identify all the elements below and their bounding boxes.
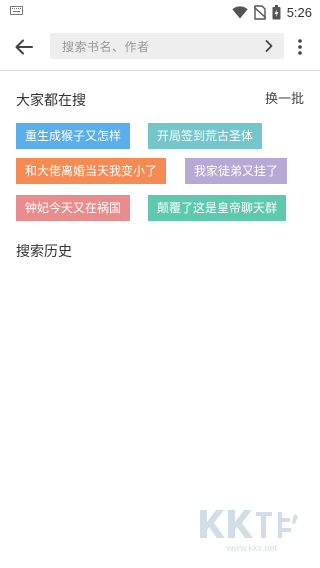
status-bar: 5:26 <box>0 0 320 24</box>
hot-search-tag[interactable]: 重生成猴子又怎样 <box>16 123 131 149</box>
status-icons: 5:26 <box>231 4 312 20</box>
more-menu-button[interactable] <box>290 37 310 57</box>
hot-search-tag[interactable]: 我家徒弟又挂了 <box>185 158 288 184</box>
watermark-url: www.kkx.net <box>226 543 278 553</box>
arrow-left-icon <box>15 39 33 55</box>
search-placeholder: 搜索书名、作者 <box>62 40 150 54</box>
back-button[interactable] <box>12 35 36 59</box>
battery-icon <box>272 4 281 19</box>
hot-search-title: 大家都在搜 <box>16 93 86 109</box>
search-input[interactable]: 搜索书名、作者 <box>50 33 284 59</box>
refresh-button[interactable]: 换一批 <box>265 88 304 107</box>
kkx-watermark-logo: www.kkx.net <box>200 510 298 553</box>
search-history-title: 搜索历史 <box>16 244 72 260</box>
no-sim-icon <box>253 4 266 20</box>
hot-search-tag[interactable]: 和大佬离婚当天我变小了 <box>16 158 167 184</box>
more-vertical-icon <box>298 39 302 55</box>
keyboard-icon <box>10 6 23 15</box>
top-bar: 搜索书名、作者 <box>0 24 320 71</box>
hot-search-tag[interactable]: 开局签到荒古圣体 <box>148 123 263 149</box>
wifi-icon <box>231 5 248 18</box>
hot-search-tag[interactable]: 颠覆了这是皇帝聊天群 <box>148 195 287 221</box>
status-time: 5:26 <box>286 4 312 20</box>
chevron-right-icon <box>265 40 273 52</box>
hot-search-tag[interactable]: 钟妃今天又在祸国 <box>16 195 131 221</box>
